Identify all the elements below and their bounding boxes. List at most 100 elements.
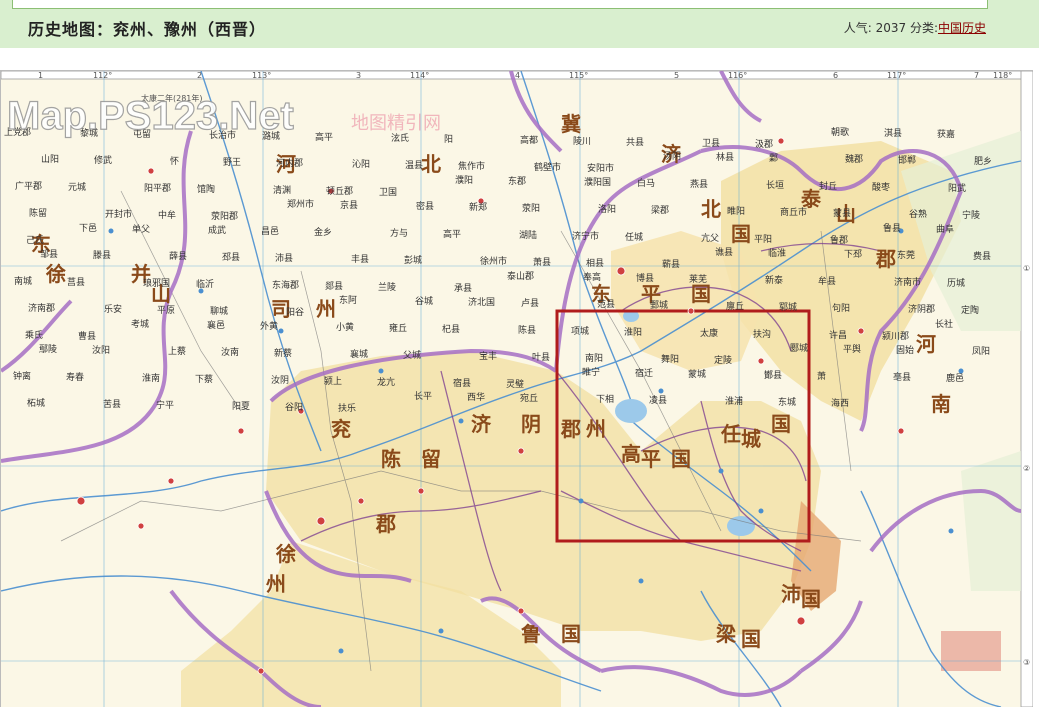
place-label: 怀	[170, 155, 179, 167]
border-number: 6	[833, 71, 838, 80]
place-label: 费县	[973, 250, 991, 262]
watermark-latin: Map.PS123.Net	[7, 94, 294, 138]
place-label: 馆陶	[197, 183, 215, 195]
place-label: 卫县	[702, 138, 720, 149]
place-label: 临沂	[196, 278, 214, 290]
place-label: 兰陵	[378, 281, 396, 293]
category-link[interactable]: 中国历史	[938, 21, 986, 35]
place-label: 钟离	[13, 370, 31, 382]
place-label: 汝南	[221, 346, 239, 358]
place-label: 句阳	[832, 302, 850, 314]
category-label: 分类:	[909, 21, 938, 35]
place-label: 谷阳	[285, 402, 303, 413]
place-label: 阳武	[948, 182, 966, 194]
place-label: 父城	[403, 350, 421, 361]
region-char: 州	[586, 417, 606, 441]
place-label: 陵川	[573, 136, 591, 147]
place-label: 南城	[14, 275, 32, 287]
place-label: 莱芜	[689, 273, 707, 285]
place-label: 扶沟	[753, 328, 771, 340]
place-label: 蒙城	[688, 368, 706, 380]
popularity-label: 人气:	[843, 21, 872, 35]
place-label: 荥阳郡	[211, 210, 238, 222]
place-label: 汝阴	[271, 374, 289, 386]
place-label: 乐安	[104, 303, 122, 315]
place-label: 颍上	[324, 375, 342, 387]
region-char: 陈	[381, 447, 401, 471]
region-char: 国	[561, 622, 581, 646]
place-label: 金乡	[314, 226, 332, 238]
place-label: 扶乐	[338, 402, 356, 414]
place-label: 下邳	[844, 249, 862, 260]
region-char: 郡	[560, 417, 581, 441]
region-char: 留	[421, 447, 441, 471]
place-label: 鲁郡	[830, 234, 848, 246]
place-label: 燕县	[690, 178, 708, 190]
place-label: 京县	[340, 199, 358, 211]
page-title: 历史地图：兖州、豫州（西晋）	[28, 20, 267, 39]
map-image[interactable]: 1 2 3 4 5 6 7 112° 113° 114° 115° 116° 117° 118° ① ② ③ 司…	[0, 70, 1033, 707]
place-label: 汤阴	[663, 151, 681, 162]
place-label: 阳	[444, 134, 453, 145]
region-char: 任	[720, 422, 741, 446]
place-label: 定陶	[961, 304, 979, 316]
place-label: 高平	[443, 228, 461, 240]
place-label: 临淮	[768, 247, 786, 259]
place-label: 温县	[405, 160, 423, 171]
place-label: 开封市	[105, 208, 132, 220]
region-char: 北	[701, 197, 721, 221]
place-label: 濮阳	[455, 174, 473, 186]
place-label: 曲阜	[936, 223, 954, 235]
place-label: 蒙县	[833, 207, 851, 219]
place-label: 鄴	[769, 152, 778, 164]
place-label: 固始	[896, 344, 914, 356]
border-number: 2	[197, 71, 202, 80]
region-char: 国	[731, 222, 751, 246]
place-label: 己氏	[26, 235, 44, 246]
place-label: 雍丘	[389, 322, 407, 334]
place-label: 凌县	[649, 394, 667, 406]
place-label: 寿春	[66, 371, 84, 383]
place-label: 谯县	[715, 246, 733, 258]
place-label: 鹿邑	[946, 372, 964, 384]
region-char: 济	[471, 412, 492, 436]
place-label: 乘氏	[25, 329, 43, 341]
place-label: 濮阳国	[584, 176, 611, 188]
place-label: 鄢陵	[39, 344, 57, 355]
place-label: 奉高	[583, 271, 601, 283]
place-label: 牟县	[818, 275, 836, 287]
place-label: 淇县	[884, 128, 902, 139]
place-label: 元城	[68, 182, 86, 193]
place-label: 阳平郡	[144, 183, 171, 194]
place-label: 新泰	[765, 274, 783, 286]
place-label: 徐州市	[480, 255, 507, 267]
place-label: 方与	[390, 227, 408, 239]
place-label: 成武	[208, 224, 226, 236]
place-label: 阳谷	[286, 307, 304, 318]
place-label: 郾城	[790, 343, 808, 354]
place-label: 中牟	[158, 209, 176, 221]
green-region-2	[961, 451, 1021, 591]
place-label: 平舆	[843, 343, 861, 355]
place-label: 太康	[700, 327, 718, 339]
region-char: 国	[771, 412, 791, 436]
place-label: 长平	[414, 390, 432, 402]
place-label: 承县	[454, 283, 472, 294]
place-label: 封丘	[819, 180, 837, 192]
page-meta: 人气: 2037 分类:中国历史	[844, 19, 986, 36]
place-label: 湖陆	[519, 229, 537, 241]
place-label: 相县	[586, 257, 604, 269]
region-char: 梁	[715, 622, 737, 646]
place-label: 下蔡	[195, 373, 213, 385]
place-label: 项城	[571, 326, 589, 337]
border-number: 4	[515, 71, 520, 80]
place-label: 曹县	[78, 330, 96, 342]
place-label: 卫国	[379, 187, 397, 198]
place-label: 朝歌	[831, 126, 849, 138]
place-label: 白马	[637, 177, 655, 189]
place-label: 陈留	[29, 207, 47, 219]
place-label: 顿丘郡	[326, 185, 353, 197]
border-number: 5	[674, 71, 679, 80]
place-label: 颍川郡	[882, 330, 909, 342]
place-label: 亢父	[701, 232, 719, 244]
